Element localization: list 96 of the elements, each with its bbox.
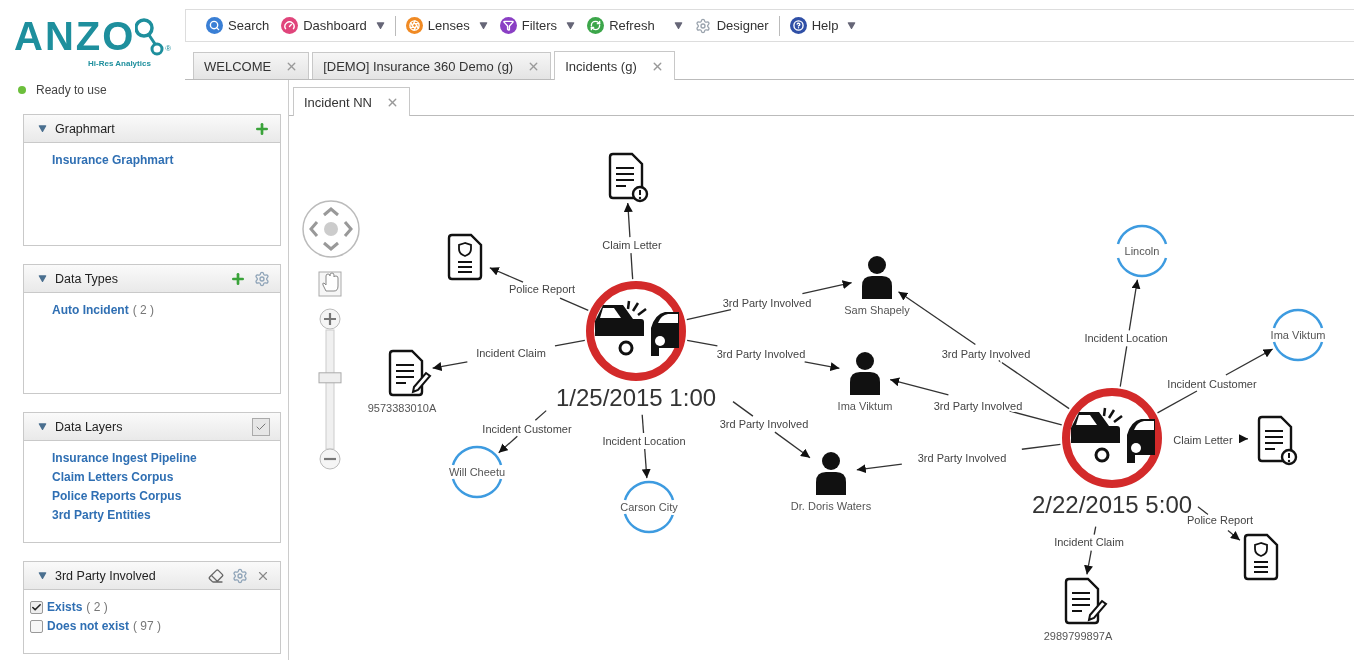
sidebar-link[interactable]: 3rd Party Entities: [52, 508, 151, 522]
item-count: ( 2 ): [86, 600, 108, 614]
edge-label: Claim Letter: [1173, 434, 1233, 446]
add-icon[interactable]: [230, 270, 246, 287]
panel-header[interactable]: 3rd Party Involved: [24, 562, 280, 590]
edge-label: 3rd Party Involved: [719, 418, 809, 430]
tab[interactable]: [DEMO] Insurance 360 Demo (g): [312, 52, 552, 79]
person-name: Sam Shapely: [844, 304, 910, 316]
status-text: Ready to use: [36, 83, 107, 97]
gear-icon: [694, 17, 712, 34]
edge-label: Incident Claim: [476, 347, 546, 359]
help-icon: [789, 17, 807, 34]
sidebar-link[interactable]: Insurance Ingest Pipeline: [52, 451, 197, 465]
zoom-in-icon[interactable]: [319, 308, 341, 330]
funnel-icon: [499, 17, 517, 34]
zoom-out-icon[interactable]: [319, 448, 341, 470]
refresh-icon: [587, 17, 605, 34]
place-name: Lincoln: [1124, 245, 1160, 257]
edge-label: Incident Claim: [1054, 536, 1124, 548]
checkbox-icon[interactable]: [252, 417, 270, 436]
edge-label: Police Report: [509, 283, 575, 295]
tab[interactable]: Incident NN: [293, 87, 410, 116]
collapse-icon[interactable]: [38, 571, 47, 580]
anzo-logo: ANZO ® Hi-Res Analytics: [13, 13, 173, 70]
checkbox[interactable]: [30, 619, 43, 633]
document-shield-icon: [1243, 533, 1279, 581]
edge-label: 3rd Party Involved: [917, 452, 1007, 464]
collapse-icon[interactable]: [38, 124, 47, 133]
sidebar-link[interactable]: Insurance Graphmart: [52, 153, 174, 167]
toolbar-button[interactable]: Designer: [692, 17, 771, 34]
edge-label: Incident Customer: [1167, 378, 1257, 390]
item-count: ( 2 ): [132, 303, 154, 317]
edge-label: 3rd Party Involved: [933, 400, 1023, 412]
document-alert-icon: [608, 152, 649, 203]
toolbar-button[interactable]: Search: [204, 17, 272, 34]
tab[interactable]: WELCOME: [193, 52, 310, 79]
edge-label: Incident Location: [1084, 332, 1168, 344]
zoom-track[interactable]: [325, 329, 335, 450]
edge-label: Incident Location: [602, 435, 686, 447]
edge-label: 3rd Party Involved: [722, 297, 812, 309]
person-icon: [850, 352, 880, 395]
person-icon: [816, 452, 846, 495]
place-name: Will Cheetu: [448, 466, 506, 478]
panel-header[interactable]: Data Layers: [24, 413, 280, 441]
incident-date: 1/25/2015 1:00: [555, 384, 717, 411]
sidebar-link[interactable]: Exists: [47, 600, 83, 614]
claim-number: 9573383010A: [367, 402, 437, 414]
car-crash-icon: [586, 281, 686, 381]
place-name: Ima Viktum: [1270, 329, 1326, 341]
hand-icon[interactable]: [318, 271, 342, 297]
person-icon: [862, 256, 892, 299]
zoom-thumb[interactable]: [318, 372, 342, 384]
person-name: Dr. Doris Waters: [790, 500, 872, 512]
place-name: Carson City: [620, 501, 678, 513]
document-pen-icon: [388, 349, 432, 397]
document-alert-icon: [1257, 415, 1298, 466]
sidebar-link[interactable]: Does not exist: [47, 619, 130, 633]
edge-label: Claim Letter: [602, 239, 662, 251]
toolbar-button[interactable]: Help: [787, 17, 859, 34]
panel-header[interactable]: Graphmart: [24, 115, 280, 143]
panel-title: Graphmart: [55, 121, 116, 136]
panel-title: Data Types: [55, 271, 119, 286]
toolbar-button[interactable]: Dashboard: [279, 17, 387, 34]
eraser-icon[interactable]: [208, 567, 224, 584]
claim-number: 2989799897A: [1043, 630, 1113, 642]
edge-label: Police Report: [1187, 514, 1253, 526]
collapse-icon[interactable]: [38, 274, 47, 283]
sidebar-link[interactable]: Police Reports Corpus: [52, 489, 182, 503]
panel-header[interactable]: Data Types: [24, 265, 280, 293]
toolbar-button[interactable]: Filters: [497, 17, 578, 34]
gauge-icon: [281, 17, 299, 34]
pan-control[interactable]: [302, 200, 360, 258]
car-crash-icon: [1062, 388, 1162, 488]
search-icon: [206, 17, 223, 34]
gear-icon[interactable]: [254, 270, 270, 287]
checkbox[interactable]: [30, 600, 43, 614]
panel-title: 3rd Party Involved: [55, 568, 157, 583]
edge-label: 3rd Party Involved: [941, 348, 1031, 360]
document-pen-icon: [1064, 577, 1108, 625]
panel-title: Data Layers: [55, 419, 124, 434]
collapse-icon[interactable]: [38, 422, 47, 431]
toolbar-button[interactable]: Lenses: [403, 17, 490, 34]
add-icon[interactable]: [254, 120, 270, 137]
sidebar-link[interactable]: Claim Letters Corpus: [52, 470, 174, 484]
item-count: ( 97 ): [133, 619, 162, 633]
document-shield-icon: [447, 233, 483, 281]
sidebar-link[interactable]: Auto Incident: [52, 303, 129, 317]
edge-label: Incident Customer: [482, 423, 572, 435]
status-dot: [18, 86, 26, 94]
aperture-icon: [405, 17, 423, 34]
gear-icon[interactable]: [232, 567, 248, 584]
edge-arrow: [1238, 434, 1249, 444]
toolbar-button[interactable]: Refresh: [585, 17, 685, 34]
person-name: Ima Viktum: [837, 400, 893, 412]
tab[interactable]: Incidents (g): [554, 51, 675, 80]
edge-label: 3rd Party Involved: [716, 348, 806, 360]
